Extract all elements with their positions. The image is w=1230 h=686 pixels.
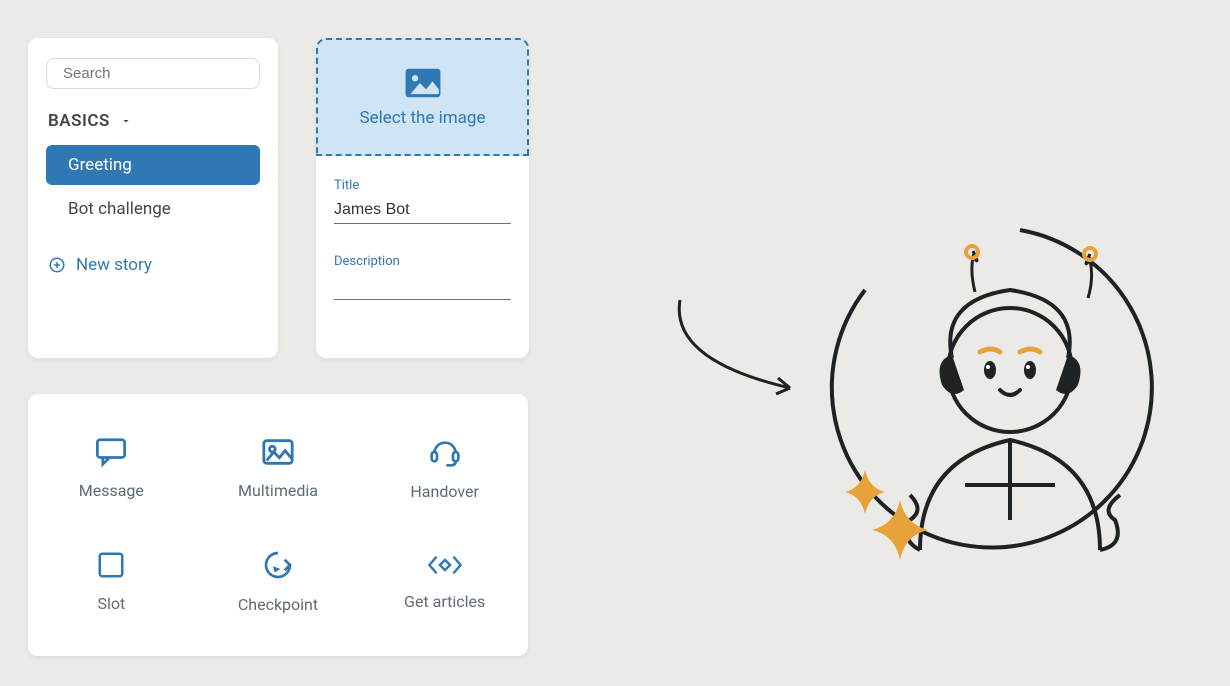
category-basics[interactable]: BASICS — [46, 111, 260, 131]
tray-get-articles[interactable]: Get articles — [361, 525, 528, 638]
tray-label: Get articles — [404, 592, 485, 611]
story-label: Bot challenge — [68, 199, 171, 219]
story-greeting[interactable]: Greeting — [46, 145, 260, 185]
caret-down-icon — [120, 115, 132, 127]
component-tray: Message Multimedia Handover Slot Checkpo… — [28, 394, 528, 656]
image-icon — [404, 66, 442, 100]
checkpoint-icon — [262, 549, 294, 585]
sidebar-panel: BASICS Greeting Bot challenge New story — [28, 38, 278, 358]
plus-circle-icon — [48, 256, 66, 274]
tray-label: Multimedia — [238, 481, 318, 500]
tray-label: Handover — [410, 482, 479, 501]
new-story-label: New story — [76, 255, 152, 275]
tray-handover[interactable]: Handover — [361, 412, 528, 525]
select-image-label: Select the image — [360, 108, 486, 128]
description-input[interactable] — [334, 275, 511, 300]
handover-icon — [428, 436, 462, 472]
select-image-dropzone[interactable]: Select the image — [316, 38, 529, 156]
search-input-wrap[interactable] — [46, 58, 260, 89]
multimedia-icon — [261, 437, 295, 471]
detail-panel: Select the image Title Description — [316, 38, 529, 358]
title-label: Title — [334, 178, 511, 193]
new-story-button[interactable]: New story — [46, 255, 260, 275]
get-articles-icon — [427, 552, 463, 582]
category-label: BASICS — [48, 111, 110, 131]
tray-slot[interactable]: Slot — [28, 525, 195, 638]
tray-label: Slot — [97, 594, 125, 613]
tray-multimedia[interactable]: Multimedia — [195, 412, 362, 525]
story-label: Greeting — [68, 155, 132, 175]
search-input[interactable] — [63, 65, 262, 82]
title-input[interactable] — [334, 199, 511, 224]
tray-checkpoint[interactable]: Checkpoint — [195, 525, 362, 638]
tray-label: Message — [79, 481, 144, 500]
slot-icon — [96, 550, 126, 584]
story-bot-challenge[interactable]: Bot challenge — [46, 189, 260, 229]
description-label: Description — [334, 254, 511, 269]
bot-illustration — [640, 180, 1200, 620]
tray-label: Checkpoint — [238, 595, 318, 614]
detail-body: Title Description — [316, 156, 529, 330]
message-icon — [94, 437, 128, 471]
tray-message[interactable]: Message — [28, 412, 195, 525]
